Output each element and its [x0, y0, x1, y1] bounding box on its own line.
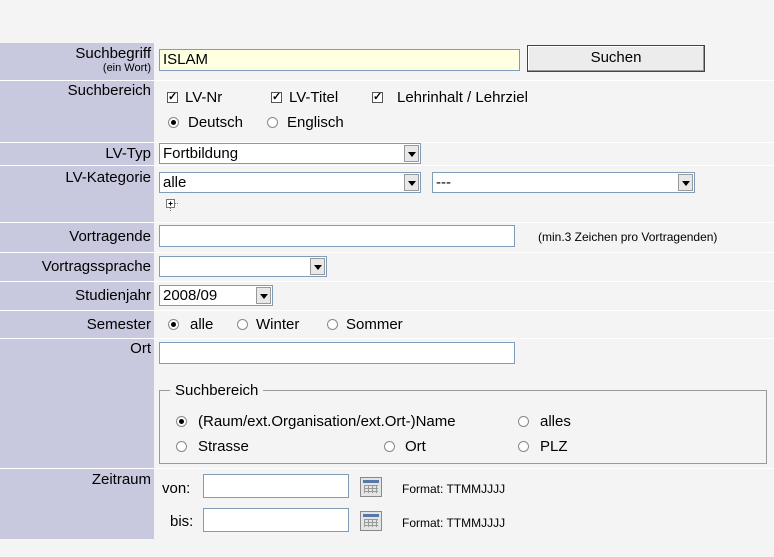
- vortragssprache-select[interactable]: [159, 256, 327, 277]
- search-label-cell: Suchbegriff (ein Wort): [0, 43, 154, 80]
- row-divider: [0, 80, 774, 81]
- studienjahr-value: 2008/09: [163, 287, 218, 304]
- radio-ort-name-label: (Raum/ext.Organisation/ext.Ort-)Name: [198, 413, 456, 430]
- radio-englisch[interactable]: [267, 117, 278, 128]
- date-to-input[interactable]: [203, 508, 349, 532]
- chevron-down-icon[interactable]: [256, 287, 271, 304]
- studienjahr-label: Studienjahr: [75, 287, 151, 304]
- expand-tree-icon[interactable]: [166, 199, 179, 212]
- studienjahr-label-cell: Studienjahr: [0, 282, 154, 310]
- radio-semester-alle-label: alle: [190, 316, 214, 333]
- lv-typ-label-cell: LV-Typ: [0, 143, 154, 165]
- lv-kategorie-sub-value: ---: [436, 174, 451, 191]
- chevron-down-icon[interactable]: [678, 174, 693, 191]
- row-divider: [0, 281, 774, 282]
- ort-input[interactable]: [159, 342, 515, 364]
- radio-ort-ort[interactable]: [384, 441, 395, 452]
- search-button[interactable]: Suchen: [527, 45, 705, 72]
- lv-kategorie-label-cell: LV-Kategorie: [0, 166, 154, 222]
- chevron-down-icon[interactable]: [404, 174, 419, 191]
- vortragende-label: Vortragende: [69, 228, 151, 245]
- radio-ort-strasse[interactable]: [176, 441, 187, 452]
- radio-deutsch[interactable]: [168, 117, 179, 128]
- search-sublabel: (ein Wort): [102, 62, 151, 74]
- radio-ort-plz-label: PLZ: [540, 438, 568, 455]
- date-to-format-hint: Format: TTMMJJJJ: [402, 516, 506, 530]
- studienjahr-select[interactable]: 2008/09: [159, 285, 273, 306]
- lv-kategorie-sub-select[interactable]: ---: [432, 172, 695, 193]
- radio-ort-strasse-label: Strasse: [198, 438, 249, 455]
- radio-semester-winter[interactable]: [237, 319, 248, 330]
- radio-ort-name[interactable]: [176, 416, 187, 427]
- vortragende-label-cell: Vortragende: [0, 223, 154, 252]
- radio-deutsch-label: Deutsch: [188, 114, 244, 131]
- chevron-down-icon[interactable]: [404, 145, 419, 162]
- vortragssprache-label-cell: Vortragssprache: [0, 253, 154, 281]
- date-from-format-hint: Format: TTMMJJJJ: [402, 482, 506, 496]
- radio-semester-sommer-label: Sommer: [346, 316, 403, 333]
- lv-typ-label: LV-Typ: [105, 145, 151, 162]
- date-from-input[interactable]: [203, 474, 349, 498]
- search-term-input[interactable]: ISLAM: [159, 49, 520, 71]
- lv-kategorie-select[interactable]: alle: [159, 172, 421, 193]
- vortragende-hint: (min.3 Zeichen pro Vortragenden): [538, 230, 718, 244]
- chevron-down-icon[interactable]: [310, 258, 325, 275]
- checkbox-lv-titel-label: LV-Titel: [289, 89, 339, 106]
- row-divider: [0, 222, 774, 223]
- checkbox-lehrinhalt-label: Lehrinhalt / Lehrziel: [397, 89, 528, 106]
- ort-label-cell: Ort: [0, 339, 154, 468]
- search-label: Suchbegriff: [75, 45, 151, 62]
- lv-typ-value: Fortbildung: [163, 145, 239, 162]
- ort-scope-legend: Suchbereich: [175, 382, 259, 399]
- radio-semester-winter-label: Winter: [256, 316, 300, 333]
- row-divider: [0, 252, 774, 253]
- checkbox-lv-titel[interactable]: ✓: [271, 92, 282, 103]
- radio-ort-plz[interactable]: [518, 441, 529, 452]
- ort-label: Ort: [130, 340, 151, 357]
- zeitraum-label-cell: Zeitraum: [0, 469, 154, 539]
- lv-kategorie-value: alle: [163, 174, 187, 191]
- zeitraum-label: Zeitraum: [91, 471, 151, 488]
- calendar-icon[interactable]: [360, 511, 382, 531]
- scope-label-cell: Suchbereich: [0, 81, 154, 142]
- row-divider: [0, 165, 774, 166]
- radio-ort-ort-label: Ort: [405, 438, 426, 455]
- semester-label: Semester: [86, 316, 151, 333]
- vortragende-input[interactable]: [159, 225, 515, 247]
- lv-kategorie-label: LV-Kategorie: [65, 169, 151, 186]
- radio-ort-alles[interactable]: [518, 416, 529, 427]
- radio-semester-sommer[interactable]: [327, 319, 338, 330]
- checkbox-lehrinhalt[interactable]: ✓: [372, 92, 383, 103]
- semester-label-cell: Semester: [0, 311, 154, 338]
- zeitraum-to-label: bis:: [170, 513, 194, 530]
- checkbox-lv-nr[interactable]: ✓: [167, 92, 178, 103]
- radio-semester-alle[interactable]: [168, 319, 179, 330]
- row-divider: [0, 338, 774, 339]
- lv-typ-select[interactable]: Fortbildung: [159, 143, 421, 164]
- scope-label: Suchbereich: [67, 82, 151, 99]
- calendar-icon[interactable]: [360, 477, 382, 497]
- zeitraum-from-label: von:: [162, 480, 191, 497]
- radio-englisch-label: Englisch: [287, 114, 344, 131]
- vortragssprache-label: Vortragssprache: [41, 258, 151, 275]
- row-divider: [0, 468, 774, 469]
- radio-ort-alles-label: alles: [540, 413, 571, 430]
- row-divider: [0, 310, 774, 311]
- checkbox-lv-nr-label: LV-Nr: [185, 89, 223, 106]
